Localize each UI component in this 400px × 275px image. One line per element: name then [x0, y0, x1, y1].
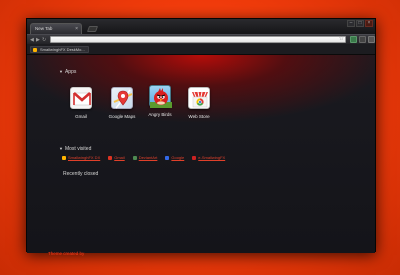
tab-new-tab[interactable]: New Tab ×: [30, 23, 82, 34]
most-visited-item[interactable]: DeviantArt: [132, 155, 158, 160]
app-angry-birds[interactable]: Angry Birds: [140, 85, 180, 117]
wrench-icon[interactable]: [368, 36, 375, 43]
recently-closed-title: Recently closed: [63, 171, 99, 177]
app-web-store[interactable]: Web Store: [179, 87, 219, 119]
most-visited-title: Most visited: [64, 146, 92, 152]
app-label: Angry Birds: [148, 112, 172, 117]
new-tab-button[interactable]: [86, 26, 99, 32]
favicon-icon: [192, 155, 197, 160]
app-label: Google Maps: [108, 114, 136, 119]
gmail-favicon-icon: [108, 155, 113, 160]
toolbar: ◀ ▶ ↻ ☆: [27, 34, 375, 44]
browser-window: New Tab × – □ × ◀ ▶ ↻ ☆ SmallwinghFX Des…: [26, 18, 376, 256]
most-visited-label: Google: [171, 155, 185, 160]
apps-section-header[interactable]: ▼ Apps: [59, 69, 76, 75]
title-bar: New Tab × – □ ×: [27, 19, 375, 34]
bookmark-favicon-icon: [33, 48, 37, 52]
expand-triangle-icon: ▼: [59, 69, 63, 74]
gmail-icon: [70, 87, 92, 109]
apps-title: Apps: [64, 69, 77, 75]
close-window-button[interactable]: ×: [365, 20, 373, 27]
reload-button[interactable]: ↻: [42, 36, 46, 44]
maximize-button[interactable]: □: [356, 20, 364, 27]
most-visited-label: Gmail: [114, 155, 125, 160]
page-menu-icon[interactable]: [359, 36, 366, 43]
tab-title: New Tab: [35, 26, 53, 31]
google-favicon-icon: [165, 155, 170, 160]
bookmark-item[interactable]: SmallwinghFX DeskMo...: [30, 46, 89, 53]
app-gmail[interactable]: Gmail: [61, 87, 101, 119]
app-label: Web Store: [188, 114, 210, 119]
deviantart-favicon-icon: [132, 155, 137, 160]
most-visited-item[interactable]: SmallwinghFX DX: [62, 155, 100, 160]
most-visited-item[interactable]: Google: [165, 155, 184, 160]
angry-bird-icon: [149, 85, 172, 108]
app-label: Gmail: [75, 114, 87, 119]
map-pin-icon: [111, 87, 133, 109]
expand-triangle-icon: ▼: [59, 146, 63, 151]
window-controls: – □ ×: [346, 20, 373, 27]
most-visited-list: SmallwinghFX DX Gmail DeviantArt Google …: [62, 155, 233, 160]
extension-icon[interactable]: [350, 36, 357, 43]
tab-close-icon[interactable]: ×: [75, 24, 78, 34]
most-visited-label: SmallwinghFX DX: [68, 155, 101, 160]
theme-credit-link[interactable]: Theme created by: [48, 251, 84, 256]
most-visited-item[interactable]: e-SmallwingFX: [192, 155, 225, 160]
bookmarks-bar: SmallwinghFX DeskMo...: [27, 44, 375, 55]
most-visited-label: e-SmallwingFX: [198, 155, 226, 160]
forward-button[interactable]: ▶: [36, 36, 40, 44]
bookmark-star-icon[interactable]: ☆: [339, 36, 344, 43]
recently-closed-header[interactable]: Recently closed: [63, 171, 98, 177]
new-tab-page: ▼ Apps Gmail Google Maps Angry Birds Web…: [27, 55, 375, 256]
web-store-icon: [188, 87, 210, 109]
most-visited-label: DeviantArt: [138, 155, 158, 160]
minimize-button[interactable]: –: [347, 20, 355, 27]
app-google-maps[interactable]: Google Maps: [102, 87, 142, 119]
favicon-icon: [62, 155, 66, 160]
most-visited-header[interactable]: ▼ Most visited: [59, 146, 91, 152]
bookmark-label: SmallwinghFX DeskMo...: [40, 47, 85, 52]
back-button[interactable]: ◀: [30, 36, 34, 44]
most-visited-item[interactable]: Gmail: [108, 155, 125, 160]
address-bar[interactable]: ☆: [50, 36, 346, 43]
